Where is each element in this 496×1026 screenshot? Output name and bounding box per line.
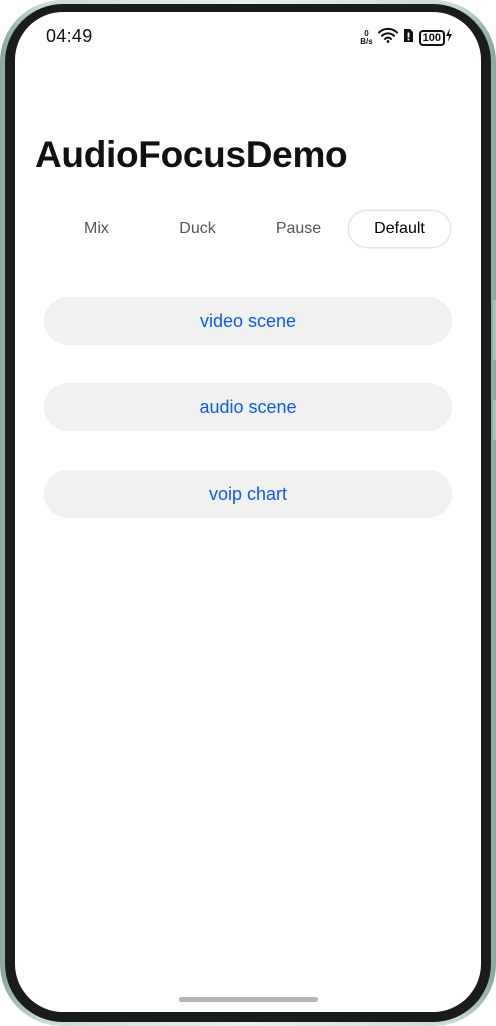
net-speed: 0 B/s <box>360 29 373 46</box>
screen: 04:49 0 B/s 100 AudioFocusDemo Mix Duck … <box>15 12 481 1012</box>
audio-scene-button[interactable]: audio scene <box>44 383 452 431</box>
status-bar: 04:49 0 B/s 100 <box>15 12 481 60</box>
video-scene-button[interactable]: video scene <box>44 297 452 345</box>
status-time: 04:49 <box>46 26 93 46</box>
sim-icon <box>403 28 414 48</box>
wifi-icon <box>377 27 398 48</box>
home-indicator[interactable] <box>179 997 318 1002</box>
voip-chart-button[interactable]: voip chart <box>44 470 452 518</box>
tab-mix[interactable]: Mix <box>46 211 147 247</box>
tab-default[interactable]: Default <box>349 211 450 247</box>
net-speed-unit: B/s <box>360 36 373 46</box>
battery-level: 100 <box>418 29 445 46</box>
charging-icon <box>445 28 453 47</box>
status-icons: 0 B/s 100 <box>360 27 453 48</box>
tab-pause[interactable]: Pause <box>248 211 349 247</box>
page-title: AudioFocusDemo <box>35 134 348 175</box>
mode-tabs: Mix Duck Pause Default <box>46 211 451 247</box>
battery-icon: 100 <box>418 28 453 47</box>
phone-frame: 04:49 0 B/s 100 AudioFocusDemo Mix Duck … <box>0 0 496 1026</box>
tab-duck[interactable]: Duck <box>147 211 248 247</box>
